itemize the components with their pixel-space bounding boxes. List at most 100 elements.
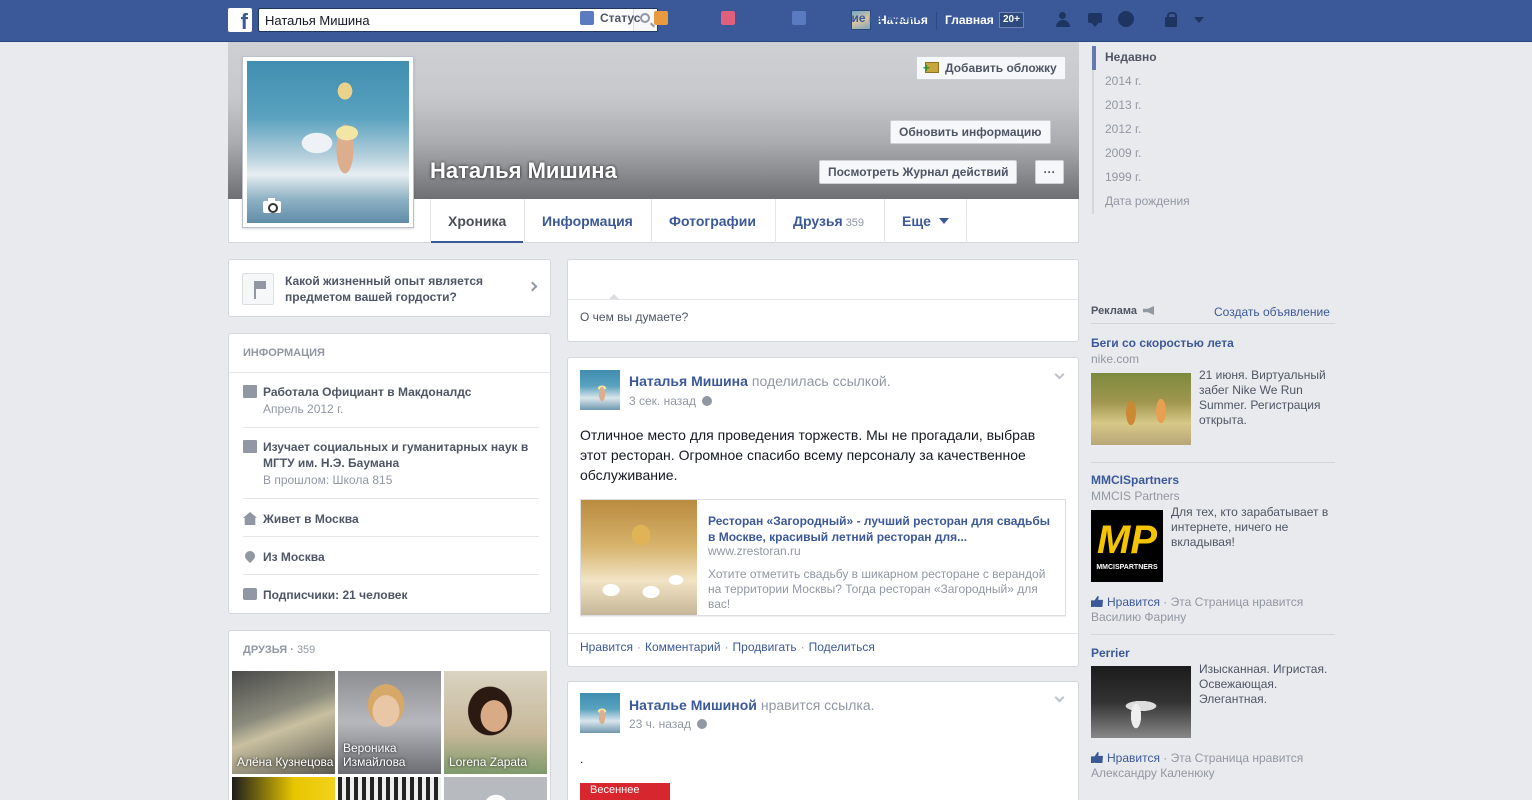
post-author-name[interactable]: Наталья Мишина xyxy=(629,373,748,389)
work-text[interactable]: Работала Официант в Макдоналдс xyxy=(263,384,538,400)
post-action-links: Нравится · Комментарий · Продвигать · Поделить… xyxy=(580,640,875,654)
activity-log-button[interactable]: Посмотреть Журнал действий xyxy=(819,160,1018,184)
post-text: . xyxy=(580,752,584,766)
post-action-text: поделилась ссылкой. xyxy=(751,373,891,389)
post-author[interactable]: Наталье Мишиной нравится ссылка. xyxy=(629,697,875,713)
tab-friends[interactable]: Друзья 359 xyxy=(775,199,881,243)
divider xyxy=(568,633,1078,634)
tab-timeline[interactable]: Хроника xyxy=(430,199,524,243)
tab-more[interactable]: Еще xyxy=(884,199,967,243)
composer-places-label: Места xyxy=(741,11,777,25)
friends-title[interactable]: Друзья · 359 xyxy=(243,644,315,656)
author-avatar[interactable] xyxy=(580,693,620,733)
profile-picture-frame[interactable] xyxy=(242,56,414,228)
education-text[interactable]: Изучает социальных и гуманитарных наук в… xyxy=(263,439,538,471)
year-birth[interactable]: Дата рождения xyxy=(1092,190,1212,214)
ad-like-row: Нравится · Эта Страница нравится Алексан… xyxy=(1091,751,1335,781)
tab-about[interactable]: Информация xyxy=(524,199,650,243)
year-2014[interactable]: 2014 г. xyxy=(1092,70,1212,94)
lives-text[interactable]: Живет в Москва xyxy=(263,511,538,527)
composer-photo-tab[interactable]: Фото xyxy=(654,10,704,28)
life-event-prompt[interactable]: Какой жизненный опыт является предметом … xyxy=(228,259,551,317)
post-author[interactable]: Наталья Мишина поделилась ссылкой. xyxy=(629,373,891,389)
mmcis-logo-text: MP xyxy=(1097,518,1157,562)
camera-icon[interactable] xyxy=(263,198,281,213)
composer-places-tab[interactable]: Места xyxy=(721,10,777,28)
friend-tile[interactable] xyxy=(232,777,335,800)
composer-input[interactable]: О чем вы думаете? xyxy=(580,310,688,324)
ad-title[interactable]: Perrier xyxy=(1091,646,1130,660)
ad-like-button[interactable]: Нравится xyxy=(1107,595,1160,609)
update-info-button[interactable]: Обновить информацию xyxy=(890,120,1051,144)
friends-title-label: Друзья xyxy=(243,644,288,656)
home-link[interactable]: Главная xyxy=(945,13,994,27)
post-time-label: 3 сек. назад xyxy=(629,394,696,408)
year-2012[interactable]: 2012 г. xyxy=(1092,118,1212,142)
nav-divider xyxy=(936,12,937,30)
composer-life-event-label: Событие из жизни xyxy=(812,11,923,25)
followers-text[interactable]: Подписчики: 21 человек xyxy=(263,587,538,603)
friend-requests-icon[interactable] xyxy=(1055,11,1075,29)
post-timestamp[interactable]: 3 сек. назад xyxy=(629,394,712,408)
divider xyxy=(229,372,550,373)
friend-tile[interactable] xyxy=(444,777,547,800)
post-action-text: нравится ссылка. xyxy=(760,697,875,713)
like-link[interactable]: Нравится xyxy=(580,640,633,654)
post-timestamp[interactable]: 23 ч. назад xyxy=(629,717,707,731)
ad-text[interactable]: Для тех, кто зарабатывает в интернете, н… xyxy=(1171,505,1335,550)
divider xyxy=(568,299,1078,300)
year-1999[interactable]: 1999 г. xyxy=(1092,166,1212,190)
author-avatar[interactable] xyxy=(580,370,620,410)
year-2013[interactable]: 2013 г. xyxy=(1092,94,1212,118)
link-preview-card[interactable]: Ресторан «Загородный» - лучший ресторан … xyxy=(580,499,1066,616)
ad-title[interactable]: MMCISpartners xyxy=(1091,473,1179,487)
messages-icon[interactable] xyxy=(1086,11,1106,29)
link-thumbnail[interactable]: Весеннее xyxy=(580,783,670,800)
search-input[interactable] xyxy=(259,9,633,31)
settings-chevron-down-icon[interactable] xyxy=(1194,17,1204,23)
tab-photos[interactable]: Фотографии xyxy=(651,199,773,243)
ad-like-button[interactable]: Нравится xyxy=(1107,751,1160,765)
composer-status-tab[interactable]: Статус xyxy=(580,10,640,28)
facebook-logo-icon[interactable]: f xyxy=(228,8,252,32)
ad-image[interactable] xyxy=(1091,666,1191,738)
post-text: Отличное место для проведения торжеств. … xyxy=(580,427,1036,483)
profile-picture[interactable] xyxy=(247,61,409,223)
link-thumbnail[interactable] xyxy=(581,500,697,615)
tab-timeline-label: Хроника xyxy=(448,213,507,229)
more-options-button[interactable]: ··· xyxy=(1035,160,1064,184)
share-link[interactable]: Поделиться xyxy=(809,640,875,654)
ad-text[interactable]: Изысканная. Игристая. Освежающая. Элеган… xyxy=(1199,662,1335,707)
friend-tile[interactable]: Алёна Кузнецова xyxy=(232,671,335,774)
from-text[interactable]: Из Москва xyxy=(263,549,538,565)
ad-title[interactable]: Беги со скоростью лета xyxy=(1091,336,1234,350)
megaphone-icon xyxy=(1143,306,1154,315)
friend-tile[interactable]: Lorena Zapata xyxy=(444,671,547,774)
year-2009[interactable]: 2009 г. xyxy=(1092,142,1212,166)
friend-name: Алёна Кузнецова xyxy=(237,755,334,769)
search-icon xyxy=(640,13,650,23)
ad-image[interactable] xyxy=(1091,373,1191,445)
friend-tile[interactable] xyxy=(338,777,441,800)
friends-panel: Друзья · 359 Алёна Кузнецова Вероника Из… xyxy=(228,630,551,800)
composer-life-event-tab[interactable]: Событие из жизни xyxy=(792,10,922,28)
ad-text[interactable]: 21 июня. Виртуальный забег Nike We Run S… xyxy=(1199,368,1335,428)
comment-link[interactable]: Комментарий xyxy=(645,640,721,654)
mmcis-logo[interactable]: MP MMCISPARTNERS xyxy=(1091,510,1163,582)
about-panel: Информация Работала Официант в Макдоналд… xyxy=(228,333,551,614)
promote-link[interactable]: Продвигать xyxy=(733,640,797,654)
link-title[interactable]: Ресторан «Загородный» - лучший ресторан … xyxy=(708,513,1053,545)
add-cover-button[interactable]: Добавить обложку xyxy=(916,56,1066,80)
notifications-globe-icon[interactable] xyxy=(1117,11,1137,29)
divider xyxy=(1091,634,1335,635)
friend-tile[interactable]: Вероника Измайлова xyxy=(338,671,441,774)
profile-name[interactable]: Наталья Мишина xyxy=(430,158,617,184)
create-ad-link[interactable]: Создать объявление xyxy=(1214,305,1330,319)
year-recent[interactable]: Недавно xyxy=(1092,46,1212,70)
separator-dot: · xyxy=(636,640,641,654)
post-author-name[interactable]: Наталье Мишиной xyxy=(629,697,757,713)
privacy-shortcuts-icon[interactable] xyxy=(1162,11,1182,29)
link-description: Хотите отметить свадьбу в шикарном ресто… xyxy=(708,567,1046,611)
about-title[interactable]: Информация xyxy=(243,347,325,359)
like-thumb-icon xyxy=(1091,752,1103,763)
